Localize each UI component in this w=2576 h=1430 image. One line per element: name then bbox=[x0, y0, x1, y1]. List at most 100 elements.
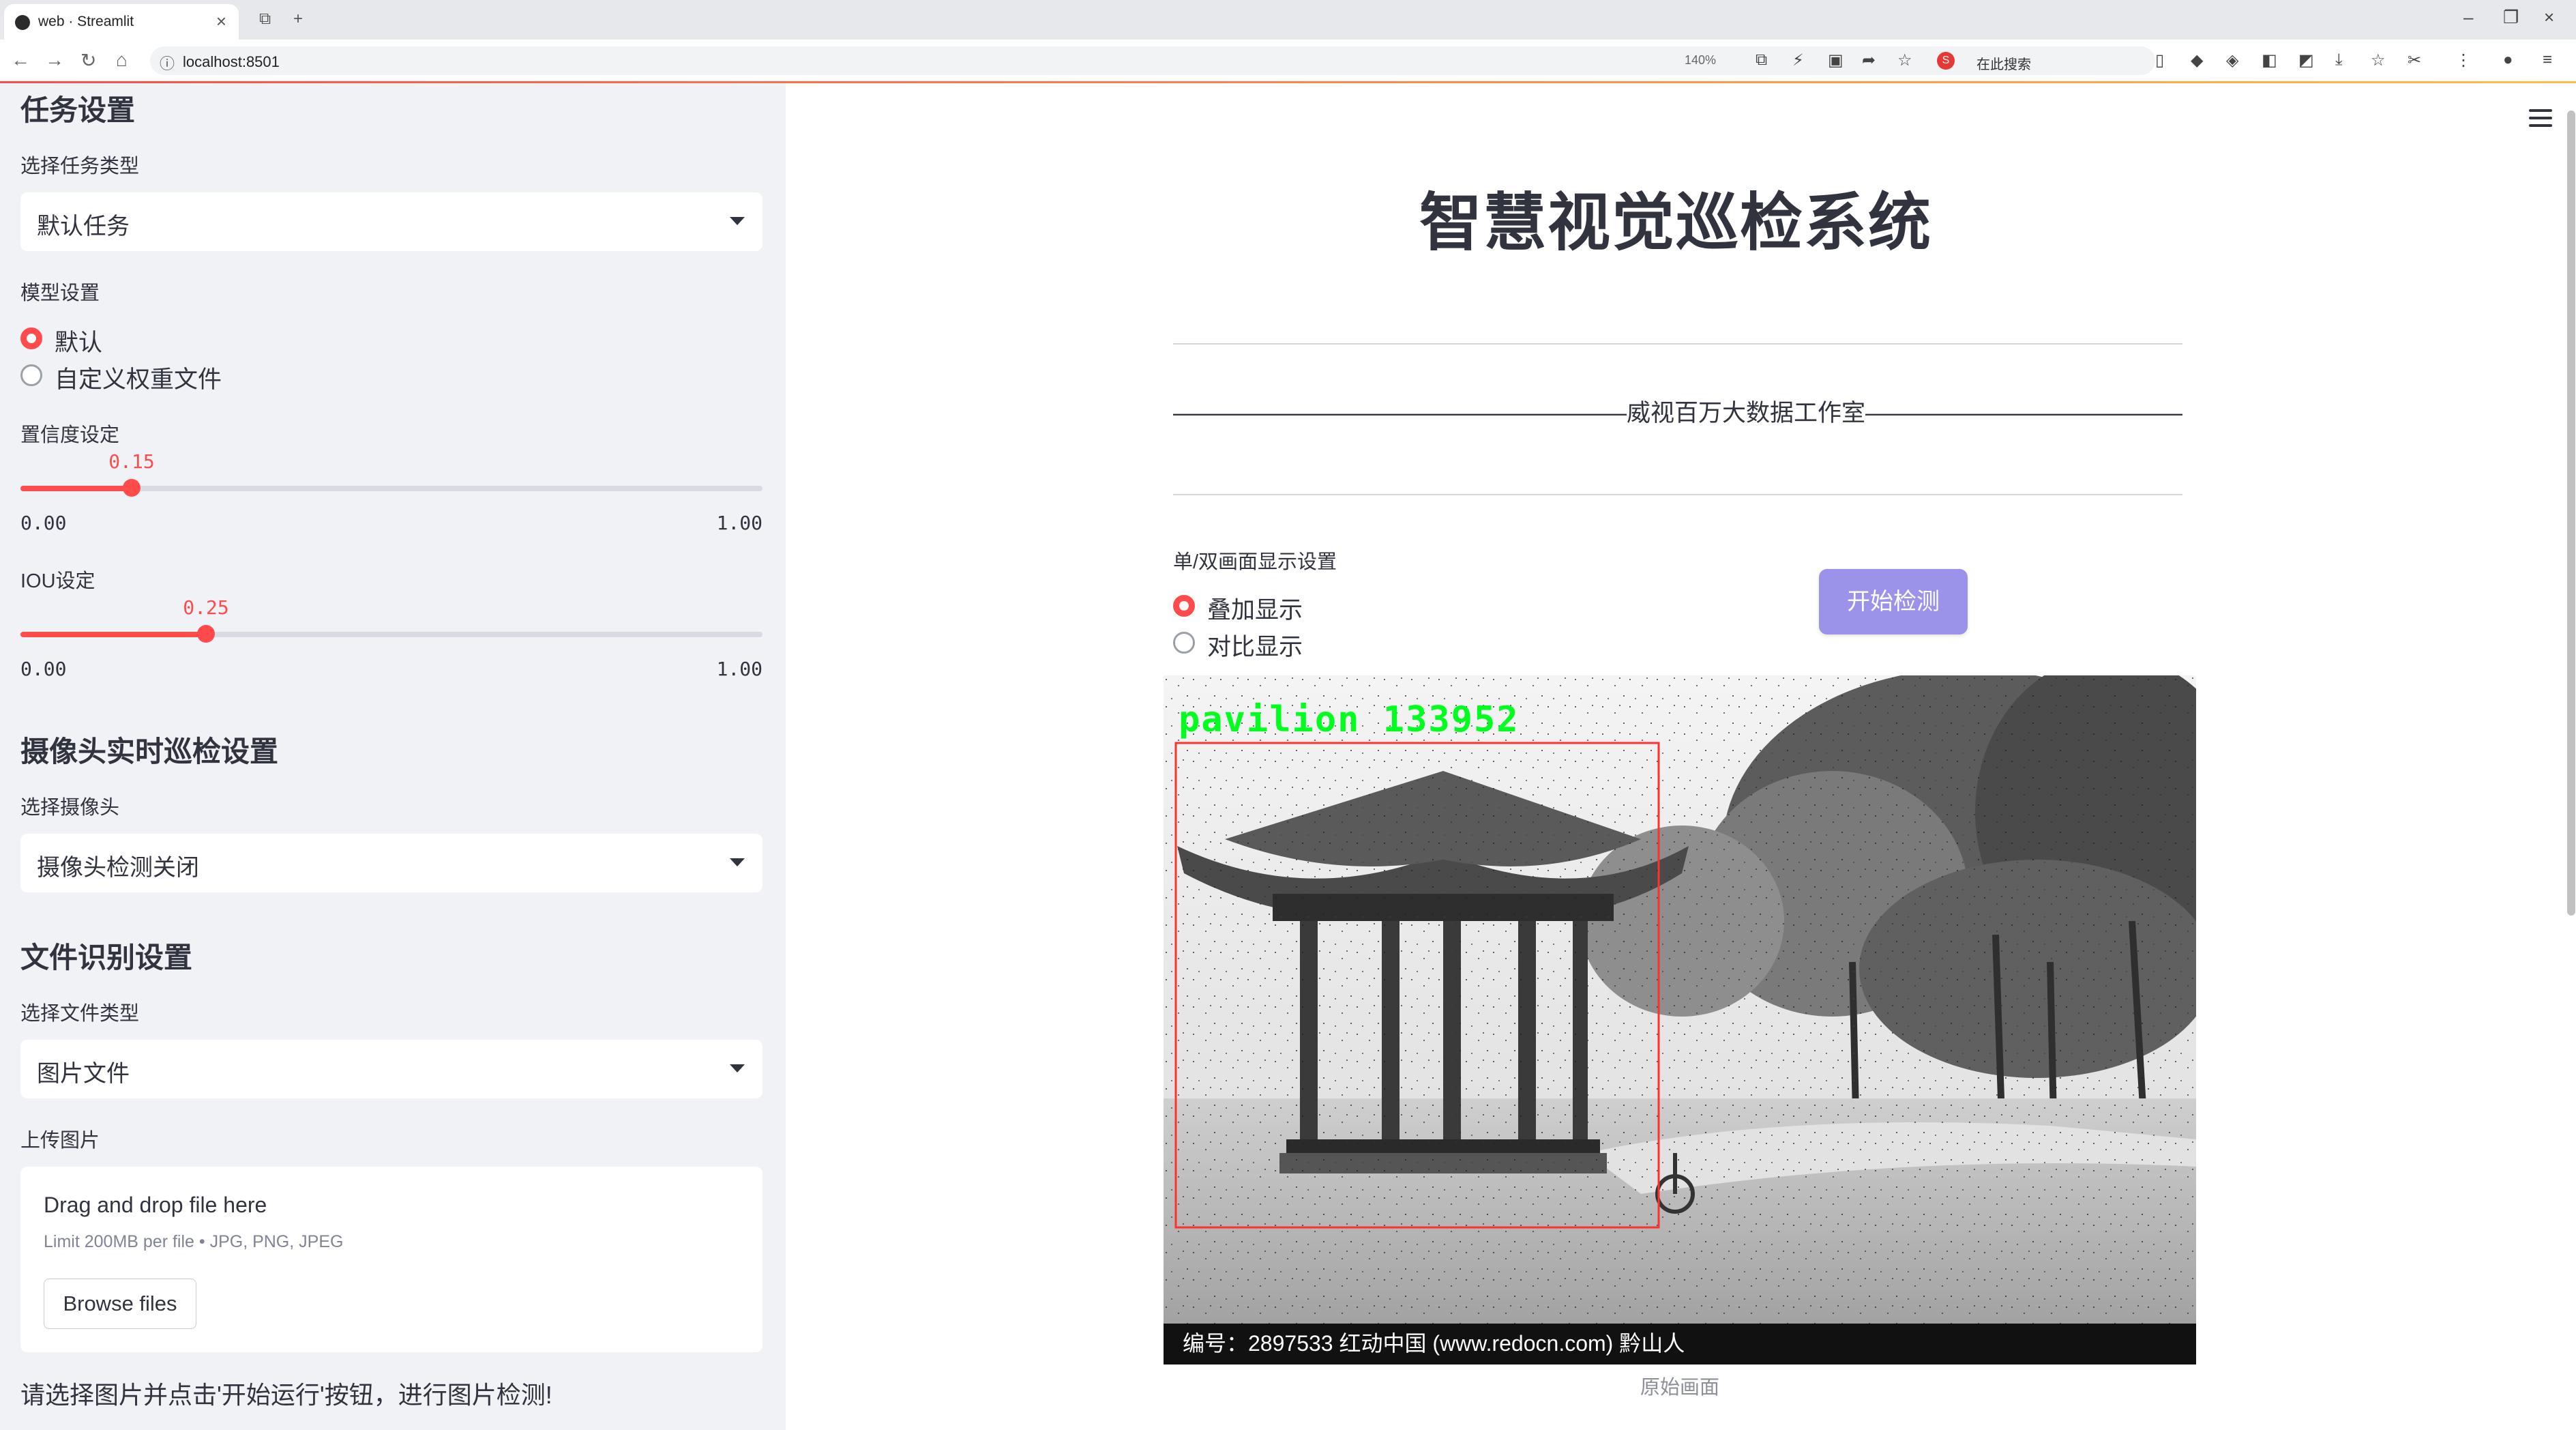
model-radio-default[interactable]: 默认 bbox=[20, 322, 225, 356]
zoom-level[interactable]: 140% bbox=[1685, 53, 1716, 68]
mobile-icon[interactable]: ▯ bbox=[2155, 50, 2164, 70]
url-text: localhost:8501 bbox=[183, 53, 280, 70]
model-option-label: 自定义权重文件 bbox=[55, 366, 222, 393]
chevron-down-icon bbox=[730, 217, 745, 225]
hamburger-menu-icon[interactable] bbox=[2529, 109, 2552, 127]
slider-min-label: 0.00 bbox=[20, 658, 67, 680]
radio-selected-icon[interactable] bbox=[1173, 595, 1195, 617]
iou-label: IOU设定 bbox=[20, 570, 95, 592]
iou-slider[interactable]: 0.25 0.00 1.00 bbox=[20, 591, 763, 680]
cut-tool-icon[interactable]: ✂ bbox=[2408, 50, 2421, 70]
search-engine-box[interactable]: S 在此搜索 bbox=[1937, 49, 2142, 72]
radio-selected-icon[interactable] bbox=[20, 327, 42, 349]
camera-select[interactable]: 摄像头检测关闭 bbox=[20, 834, 763, 892]
slider-min-label: 0.00 bbox=[20, 512, 67, 534]
drag-drop-text: Drag and drop file here bbox=[44, 1193, 267, 1217]
url-field[interactable]: ⓘ localhost:8501 140% bbox=[150, 46, 2155, 75]
tab-title: web · Streamlit bbox=[38, 14, 134, 29]
search-engine-logo-icon: S bbox=[1937, 52, 1955, 70]
browse-files-button[interactable]: Browse files bbox=[44, 1279, 196, 1329]
close-tab-icon[interactable]: × bbox=[216, 11, 226, 32]
slider-max-label: 1.00 bbox=[716, 658, 763, 680]
favorites-icon[interactable]: ☆ bbox=[2371, 50, 2386, 70]
confidence-slider[interactable]: 0.15 0.00 1.00 bbox=[20, 445, 763, 534]
upload-limit-text: Limit 200MB per file • JPG, PNG, JPEG bbox=[44, 1232, 344, 1251]
extension-icon[interactable]: ◆ bbox=[2191, 50, 2203, 70]
radio-unselected-icon[interactable] bbox=[1173, 632, 1195, 654]
browser-tab-bar: web · Streamlit × ⧉ + – ❐ × bbox=[0, 0, 2576, 40]
browser-tab[interactable]: web · Streamlit × bbox=[4, 4, 239, 40]
model-radio-custom[interactable]: 自定义权重文件 bbox=[20, 359, 293, 393]
display-option-label: 对比显示 bbox=[1207, 634, 1303, 660]
file-settings-heading: 文件识别设置 bbox=[20, 942, 193, 974]
flash-icon[interactable]: ⚡ bbox=[1792, 50, 1804, 70]
translate-icon[interactable]: ⧉ bbox=[1756, 50, 1767, 70]
slider-fill bbox=[20, 486, 132, 491]
display-radio-compare[interactable]: 对比显示 bbox=[1173, 626, 1350, 660]
extension-3-icon[interactable]: ◧ bbox=[2262, 50, 2277, 70]
reload-icon[interactable]: ↻ bbox=[80, 49, 96, 72]
image-caption: 原始画面 bbox=[1640, 1377, 1719, 1399]
home-icon[interactable]: ⌂ bbox=[116, 49, 128, 71]
slider-max-label: 1.00 bbox=[716, 512, 763, 534]
divider bbox=[1173, 343, 2182, 345]
display-radio-overlay[interactable]: 叠加显示 bbox=[1173, 589, 1350, 624]
slider-fill bbox=[20, 632, 206, 637]
share-icon[interactable]: ➦ bbox=[1862, 50, 1876, 70]
streamlit-favicon-icon bbox=[15, 15, 30, 30]
browser-menu-icon[interactable]: ≡ bbox=[2543, 50, 2552, 70]
camera-select-value: 摄像头检测关闭 bbox=[37, 855, 199, 881]
radio-unselected-icon[interactable] bbox=[20, 364, 42, 386]
confidence-label: 置信度设定 bbox=[20, 424, 120, 446]
model-settings-label: 模型设置 bbox=[20, 282, 100, 304]
back-icon[interactable]: ← bbox=[11, 49, 30, 71]
bookmark-star-icon[interactable]: ☆ bbox=[1897, 50, 1912, 70]
upload-label: 上传图片 bbox=[20, 1130, 100, 1152]
file-type-select[interactable]: 图片文件 bbox=[20, 1040, 763, 1098]
task-type-value: 默认任务 bbox=[37, 214, 130, 239]
chevron-down-icon bbox=[730, 858, 745, 866]
display-mode-label: 单/双画面显示设置 bbox=[1173, 551, 1337, 573]
download-icon[interactable]: ⤓ bbox=[2335, 50, 2343, 70]
restore-icon[interactable]: ❐ bbox=[2503, 7, 2519, 28]
main-content: 智慧视觉巡检系统 ———————————————————威视百万大数据工作室——… bbox=[786, 83, 2576, 1430]
slider-thumb[interactable] bbox=[123, 479, 140, 497]
file-type-value: 图片文件 bbox=[37, 1061, 130, 1087]
tab-actions-icon[interactable]: ⧉ bbox=[259, 10, 271, 29]
detection-label: pavilion 133952 bbox=[1179, 699, 1520, 740]
sidebar: 任务设置 选择任务类型 默认任务 模型设置 默认 自定义权重文件 置信度设定 0… bbox=[0, 83, 786, 1430]
extension-4-icon[interactable]: ◩ bbox=[2298, 50, 2314, 70]
extension-2-icon[interactable]: ◈ bbox=[2226, 50, 2238, 70]
window-close-icon[interactable]: × bbox=[2544, 7, 2554, 28]
camera-settings-heading: 摄像头实时巡检设置 bbox=[20, 735, 279, 768]
model-option-label: 默认 bbox=[55, 330, 103, 356]
divider bbox=[1173, 494, 2182, 495]
task-type-label: 选择任务类型 bbox=[20, 156, 140, 177]
address-bar: ← → ↻ ⌂ ⓘ localhost:8501 140% ⧉ ⚡ ▣ ➦ ☆ … bbox=[0, 40, 2576, 82]
site-info-icon[interactable]: ⓘ bbox=[160, 52, 175, 74]
file-type-label: 选择文件类型 bbox=[20, 1003, 140, 1025]
new-tab-icon[interactable]: + bbox=[293, 10, 303, 29]
forward-icon[interactable]: → bbox=[45, 49, 64, 71]
slider-thumb[interactable] bbox=[197, 625, 215, 643]
file-dropzone[interactable]: Drag and drop file here Limit 200MB per … bbox=[20, 1167, 763, 1352]
page-title: 智慧视觉巡检系统 bbox=[1419, 188, 1932, 258]
search-placeholder: 在此搜索 bbox=[1977, 57, 2031, 72]
chevron-down-icon bbox=[730, 1064, 745, 1072]
camera-select-label: 选择摄像头 bbox=[20, 797, 120, 819]
detection-image: 编号：2897533 红动中国 (www.redocn.com) 黔山人 pav… bbox=[1164, 675, 2196, 1365]
instruction-note: 请选择图片并点击'开始运行'按钮，进行图片检测! bbox=[20, 1381, 552, 1409]
task-settings-heading: 任务设置 bbox=[20, 94, 136, 126]
profile-avatar-icon[interactable]: ● bbox=[2503, 50, 2513, 70]
studio-line: ———————————————————威视百万大数据工作室———————————… bbox=[1173, 400, 2182, 426]
display-option-label: 叠加显示 bbox=[1207, 597, 1303, 624]
screenshot-icon[interactable]: ▣ bbox=[1828, 50, 1844, 70]
slider-current-value: 0.15 bbox=[108, 450, 155, 473]
more-menu-icon[interactable]: ⋮ bbox=[2455, 50, 2472, 70]
slider-current-value: 0.25 bbox=[183, 596, 229, 619]
scrollbar[interactable] bbox=[2567, 111, 2575, 916]
image-watermark: 编号：2897533 红动中国 (www.redocn.com) 黔山人 bbox=[1183, 1331, 1685, 1356]
task-type-select[interactable]: 默认任务 bbox=[20, 192, 763, 251]
minimize-icon[interactable]: – bbox=[2463, 7, 2473, 28]
start-detection-button[interactable]: 开始检测 bbox=[1819, 569, 1968, 634]
